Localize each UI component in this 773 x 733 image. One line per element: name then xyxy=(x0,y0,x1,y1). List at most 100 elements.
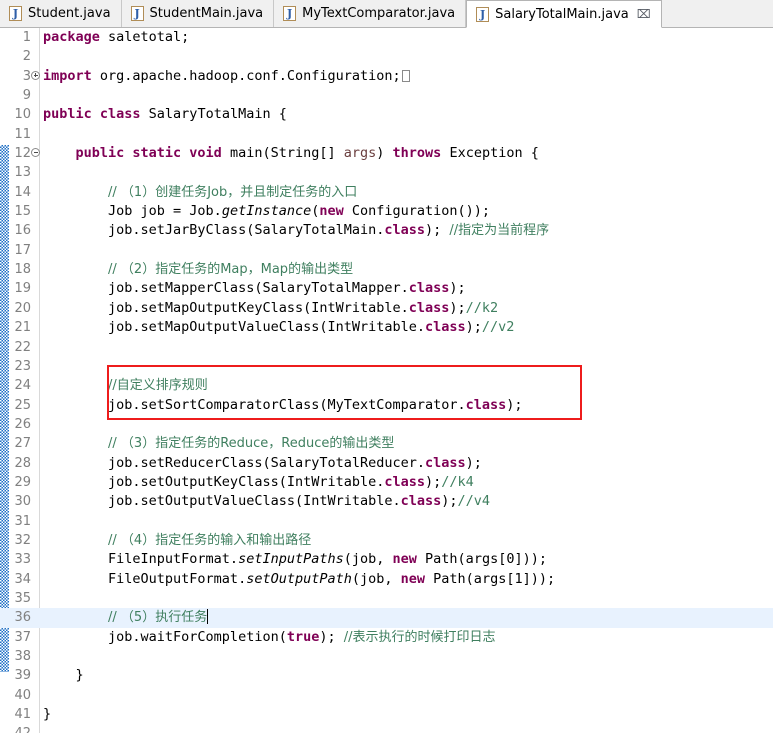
code-token: new xyxy=(319,203,352,220)
editor-tab-student-java[interactable]: Student.java xyxy=(0,0,122,27)
code-token: (job, xyxy=(343,551,393,568)
code-token: job.setMapOutputKeyClass(IntWritable. xyxy=(43,299,409,316)
code-token: public class xyxy=(43,106,149,123)
java-file-icon xyxy=(283,6,297,21)
editor-tab-studentmain-java[interactable]: StudentMain.java xyxy=(121,0,275,27)
code-line[interactable]: 34 FileOutputFormat.setOutputPath(job, n… xyxy=(0,570,773,589)
code-line[interactable]: 41} xyxy=(0,705,773,724)
code-line[interactable]: 35 xyxy=(0,589,773,608)
code-line[interactable]: 36 // （5）执行任务 xyxy=(0,608,773,628)
code-token: //v4 xyxy=(457,493,491,510)
code-line[interactable]: 27 // （3）指定任务的Reduce，Reduce的输出类型 xyxy=(0,434,773,453)
code-line[interactable]: 19 job.setMapperClass(SalaryTotalMapper.… xyxy=(0,279,773,298)
code-line[interactable]: 24 //自定义排序规则 xyxy=(0,376,773,395)
code-line[interactable]: 15 Job job = Job.getInstance(new Configu… xyxy=(0,202,773,221)
code-line[interactable]: 2 xyxy=(0,47,773,66)
code-line[interactable]: 21 job.setMapOutputValueClass(IntWritabl… xyxy=(0,318,773,337)
code-token: ); xyxy=(465,319,482,336)
editor-tab-salarytotalmain-java[interactable]: SalaryTotalMain.java ⌧ xyxy=(466,0,662,28)
code-token: class xyxy=(400,493,442,510)
java-file-icon xyxy=(9,6,22,21)
code-token: package xyxy=(43,29,109,45)
code-line[interactable]: 12 public static void main(String[] args… xyxy=(0,144,773,163)
code-token: FileInputFormat. xyxy=(43,551,239,568)
code-text: } xyxy=(40,705,773,724)
code-editor[interactable]: 1 package saletotal; 2 3 import org.apache.h… xyxy=(0,28,773,733)
code-token: } xyxy=(43,706,52,723)
line-number: 42 xyxy=(0,724,31,733)
code-line[interactable]: 11 xyxy=(0,125,773,144)
code-line[interactable]: 22 xyxy=(0,338,773,357)
line-number: 1 xyxy=(22,30,31,45)
code-token: throws xyxy=(392,145,450,162)
code-line[interactable]: 39 } xyxy=(0,666,773,685)
code-line[interactable]: 31 xyxy=(0,512,773,531)
line-number: 30 xyxy=(14,494,31,510)
code-lines[interactable]: 1 package saletotal; 2 3 import org.apache.h… xyxy=(0,28,773,733)
line-number: 41 xyxy=(14,707,31,723)
code-token: ); xyxy=(506,396,523,413)
code-line[interactable]: 33 FileInputFormat.setInputPaths(job, ne… xyxy=(0,550,773,569)
code-line[interactable]: 1 package saletotal; xyxy=(0,28,773,47)
collapsed-imports-icon[interactable] xyxy=(401,69,410,82)
code-line[interactable]: 17 xyxy=(0,241,773,260)
code-text: FileInputFormat.setInputPaths(job, new P… xyxy=(40,550,773,569)
code-token: ) xyxy=(376,145,393,162)
close-icon[interactable]: ⌧ xyxy=(637,8,651,20)
code-line[interactable]: 16 job.setJarByClass(SalaryTotalMain.cla… xyxy=(0,221,773,240)
code-line[interactable]: 42 xyxy=(0,724,773,733)
code-line[interactable]: 26 xyxy=(0,415,773,434)
line-number: 35 xyxy=(14,590,31,606)
code-line[interactable]: 23 xyxy=(0,357,773,376)
code-line[interactable]: 25 job.setSortComparatorClass(MyTextComp… xyxy=(0,396,773,415)
code-line[interactable]: 14 // （1）创建任务Job，并且制定任务的入口 xyxy=(0,183,773,202)
code-token: job.waitForCompletion( xyxy=(43,628,287,645)
code-token: job.setJarByClass(SalaryTotalMain. xyxy=(43,222,385,239)
line-number: 19 xyxy=(14,281,31,297)
text-caret xyxy=(207,609,209,625)
code-token: ); xyxy=(449,280,466,297)
code-text: // （5）执行任务 xyxy=(40,608,773,627)
fold-expand-glyph xyxy=(31,70,40,80)
code-token: // （2）指定任务的Map，Map的输出类型 xyxy=(108,262,354,278)
code-line[interactable]: 13 xyxy=(0,163,773,182)
code-token: // （1）创建任务Job，并且制定任务的入口 xyxy=(108,184,358,200)
editor-tab-label: MyTextComparator.java xyxy=(302,6,456,21)
code-line[interactable]: 18 // （2）指定任务的Map，Map的输出类型 xyxy=(0,260,773,279)
code-line[interactable]: 30 job.setOutputValueClass(IntWritable.c… xyxy=(0,492,773,511)
code-token: ); xyxy=(425,473,442,490)
fold-expand-icon[interactable] xyxy=(31,67,40,86)
code-line[interactable]: 10 public class SalaryTotalMain { xyxy=(0,105,773,124)
code-text: job.setSortComparatorClass(MyTextCompara… xyxy=(40,396,773,415)
code-line[interactable]: 40 xyxy=(0,686,773,705)
code-line[interactable]: 9 xyxy=(0,86,773,105)
code-text: } xyxy=(40,666,773,685)
code-line[interactable]: 3 import org.apache.hadoop.conf.Configura… xyxy=(0,67,773,86)
code-line[interactable]: 32 // （4）指定任务的输入和输出路径 xyxy=(0,531,773,550)
editor-tab-label: SalaryTotalMain.java xyxy=(495,6,629,22)
code-line[interactable]: 29 job.setOutputKeyClass(IntWritable.cla… xyxy=(0,473,773,492)
fold-collapse-icon[interactable] xyxy=(31,144,40,163)
code-line[interactable]: 28 job.setReducerClass(SalaryTotalReduce… xyxy=(0,454,773,473)
code-line[interactable]: 37 job.waitForCompletion(true); //表示执行的时… xyxy=(0,628,773,647)
editor-tab-mytextcomparator-java[interactable]: MyTextComparator.java xyxy=(274,0,467,27)
code-token: ); xyxy=(465,454,482,471)
code-line[interactable]: 20 job.setMapOutputKeyClass(IntWritable.… xyxy=(0,299,773,318)
code-line[interactable]: 38 xyxy=(0,647,773,666)
